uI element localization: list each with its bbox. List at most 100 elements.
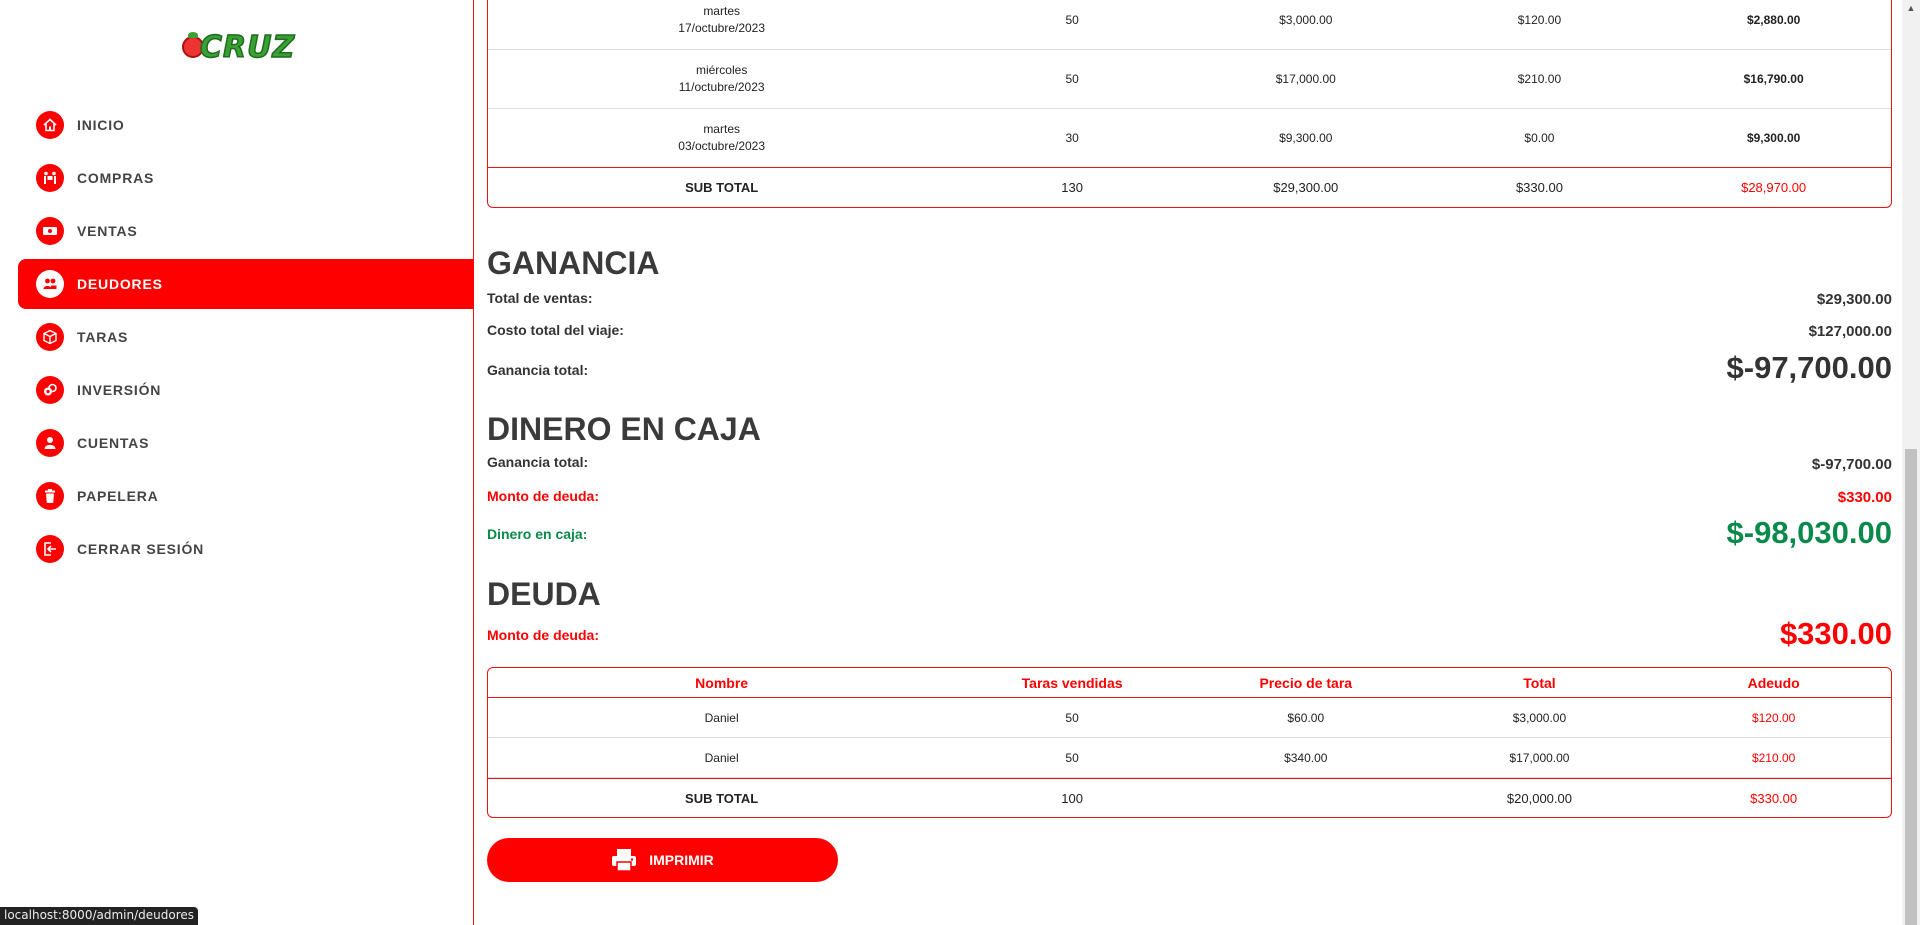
print-button[interactable]: IMPRIMIR [487,838,838,882]
debt-table: Nombre Taras vendidas Precio de tara Tot… [487,667,1892,818]
debt-cell: $0.00 [1422,108,1657,167]
sidebar-item-papelera[interactable]: PAPELERA [18,471,474,521]
caja-deuda-value: $330.00 [1837,489,1892,506]
sidebar-item-inversion[interactable]: INVERSIÓN [18,365,474,415]
total-cell: $17,000.00 [1422,738,1657,778]
total-cell: $3,000.00 [1422,698,1657,738]
net-cell: $16,790.00 [1656,49,1891,108]
caja-ganancia-value: $-97,700.00 [1811,456,1892,473]
price-cell: $340.00 [1188,738,1423,778]
ganancia-total-value: $-97,700.00 [1726,350,1892,385]
total-cell: $17,000.00 [1188,49,1423,108]
owed-cell: $120.00 [1656,698,1891,738]
sidebar-item-label: INICIO [77,117,125,133]
ganancia-title: GANANCIA [487,245,660,281]
costo-viaje-value: $127,000.00 [1808,323,1892,340]
column-header: Taras vendidas [955,668,1189,698]
sidebar-item-label: PAPELERA [77,488,159,504]
column-header: Total [1422,668,1657,698]
subtotal-row: SUB TOTAL 100 $20,000.00 $330.00 [488,778,1891,817]
dinero-caja-label: Dinero en caja: [487,526,588,542]
name-cell: Daniel [488,698,956,738]
subtotal-row: SUB TOTAL 130 $29,300.00 $330.00 $28,970… [488,167,1891,207]
owed-cell: $210.00 [1656,738,1891,778]
total-cell: $3,000.00 [1189,0,1423,49]
taras-cell: 50 [955,49,1189,108]
users-icon [36,270,64,298]
net-cell: $2,880.00 [1656,0,1891,49]
money-bill-icon [36,217,64,245]
ganancia-total-label: Ganancia total: [487,362,589,378]
scroll-up-arrow-icon[interactable]: ▲ [1902,0,1920,16]
sidebar-item-cerrar-sesion[interactable]: CERRAR SESIÓN [18,524,474,574]
deuda-title: DEUDA [487,576,601,612]
sidebar-item-label: TARAS [77,329,129,345]
sidebar: CRUZ INICIO COMPRAS VENTAS DEUDORES TARA… [0,0,474,925]
debt-cell: $210.00 [1422,49,1657,108]
brand-logo[interactable]: CRUZ [178,28,296,68]
taras-cell: 30 [955,108,1189,167]
leaf-icon [188,32,198,38]
sidebar-item-label: COMPRAS [77,170,155,186]
subtotal-label: SUB TOTAL [488,167,956,207]
sidebar-item-inicio[interactable]: INICIO [18,100,474,150]
table-row: martes 17/octubre/2023 50 $3,000.00 $120.… [488,0,1891,49]
column-header: Precio de tara [1188,668,1423,698]
sales-table: martes 17/octubre/2023 50 $3,000.00 $120.… [487,0,1892,208]
printer-icon [612,849,637,872]
total-cell: $9,300.00 [1188,108,1423,167]
date-cell: martes 03/octubre/2023 [488,108,956,167]
home-icon [36,111,64,139]
sidebar-item-label: INVERSIÓN [77,382,162,398]
subtotal-total: $29,300.00 [1188,167,1423,207]
dinero-caja-title: DINERO EN CAJA [487,411,761,447]
price-cell: $60.00 [1188,698,1423,738]
people-carry-icon [36,164,64,192]
print-button-label: IMPRIMIR [649,852,714,868]
caja-deuda-label: Monto de deuda: [487,488,599,504]
sidebar-item-compras[interactable]: COMPRAS [18,153,474,203]
subtotal-taras: 100 [955,778,1189,817]
coins-icon [36,376,64,404]
taras-cell: 50 [955,738,1189,778]
name-cell: Daniel [488,738,956,778]
debt-cell: $120.00 [1423,0,1657,49]
logout-icon [36,535,64,563]
sidebar-nav: INICIO COMPRAS VENTAS DEUDORES TARAS INV… [18,100,474,577]
total-ventas-label: Total de ventas: [487,290,593,306]
table-row: Daniel 50 $340.00 $17,000.00 $210.00 [488,738,1891,778]
sidebar-item-deudores[interactable]: DEUDORES [18,259,474,309]
table-header-row: Nombre Taras vendidas Precio de tara Tot… [488,668,1891,698]
dinero-caja-value: $-98,030.00 [1726,515,1892,550]
subtotal-owed: $330.00 [1656,778,1891,817]
total-ventas-value: $29,300.00 [1816,291,1892,308]
box-icon [36,323,64,351]
trash-icon [36,482,64,510]
subtotal-debt: $330.00 [1422,167,1657,207]
main-content: martes 17/octubre/2023 50 $3,000.00 $120.… [487,0,1892,925]
sidebar-item-label: VENTAS [77,223,138,239]
subtotal-total: $20,000.00 [1422,778,1657,817]
sidebar-item-label: CERRAR SESIÓN [77,541,205,557]
subtotal-net: $28,970.00 [1656,167,1891,207]
table-row: miércoles 11/octubre/2023 50 $17,000.00 $… [488,49,1891,108]
sidebar-item-taras[interactable]: TARAS [18,312,474,362]
costo-viaje-label: Costo total del viaje: [487,322,624,338]
caja-ganancia-label: Ganancia total: [487,454,589,470]
sidebar-item-label: DEUDORES [77,276,163,292]
subtotal-price [1188,778,1423,817]
taras-cell: 50 [955,698,1189,738]
sidebar-item-ventas[interactable]: VENTAS [18,206,474,256]
column-header: Adeudo [1656,668,1891,698]
scrollbar-thumb[interactable] [1905,449,1917,925]
link-status-bar: localhost:8000/admin/deudores [0,907,199,925]
date-cell: martes 17/octubre/2023 [488,0,955,49]
sidebar-item-cuentas[interactable]: CUENTAS [18,418,474,468]
taras-cell: 50 [955,0,1189,49]
table-row: Daniel 50 $60.00 $3,000.00 $120.00 [488,698,1891,738]
subtotal-taras: 130 [955,167,1189,207]
monto-deuda-value: $330.00 [1779,616,1892,651]
monto-deuda-label: Monto de deuda: [487,627,599,643]
vertical-scrollbar[interactable]: ▲ [1902,0,1920,925]
logo-text: CRUZ [199,29,296,66]
